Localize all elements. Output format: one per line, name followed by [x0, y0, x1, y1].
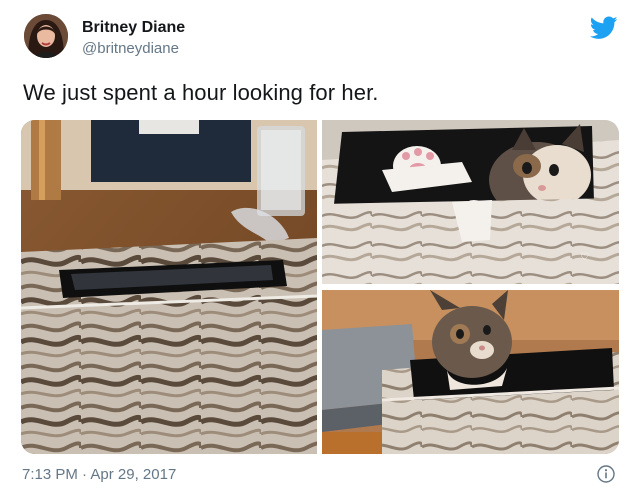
photo-kitten-reaching[interactable]: ♡ — [322, 120, 619, 284]
info-icon[interactable] — [597, 465, 615, 483]
photo-tissue-box-empty[interactable] — [21, 120, 317, 454]
photo-kitten-peeking[interactable] — [322, 290, 619, 454]
author-handle[interactable]: @britneydiane — [82, 40, 179, 57]
tweet-date: Apr 29, 2017 — [90, 466, 177, 483]
media-grid: ♡ — [21, 120, 619, 454]
tweet-time: 7:13 PM — [22, 466, 78, 483]
timestamp-separator: · — [82, 466, 88, 483]
svg-text:♡: ♡ — [580, 252, 589, 263]
author-name[interactable]: Britney Diane — [82, 19, 185, 37]
avatar[interactable] — [24, 14, 68, 58]
twitter-bird-icon[interactable] — [589, 16, 618, 40]
tweet-text: We just spent a hour looking for her. — [23, 80, 379, 105]
tweet-timestamp[interactable]: 7:13 PM · Apr 29, 2017 — [22, 466, 176, 483]
